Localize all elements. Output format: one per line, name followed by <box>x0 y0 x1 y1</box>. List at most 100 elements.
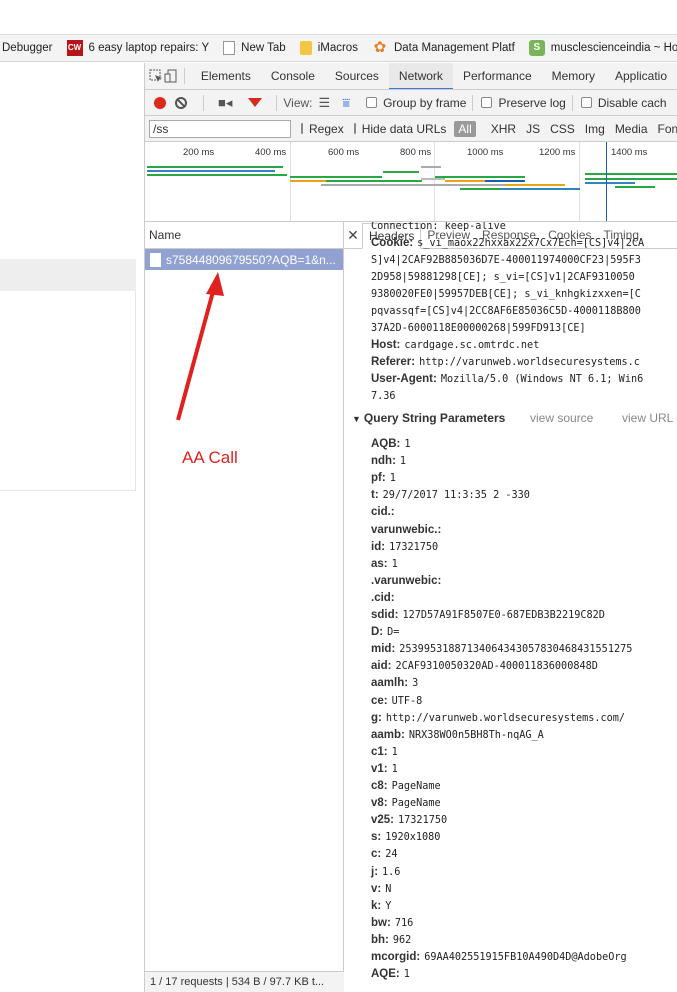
param-key: v8: <box>371 797 388 810</box>
waterfall-bar <box>445 180 485 182</box>
network-overview[interactable]: 200 ms 400 ms 600 ms 800 ms 1000 ms 1200… <box>145 142 677 222</box>
toolbar-separator <box>276 94 278 111</box>
devtools-tabbar: Elements Console Sources Network Perform… <box>145 63 677 90</box>
param-key: c: <box>371 848 382 861</box>
bookmark-laptop-repairs[interactable]: CW 6 easy laptop repairs: Y <box>66 40 209 56</box>
param-value: 1.6 <box>382 866 401 878</box>
capture-screenshots-icon[interactable]: ■◂ <box>218 95 232 111</box>
inspect-icon[interactable] <box>149 63 164 89</box>
regex-checkbox[interactable] <box>301 123 303 134</box>
type-filter-css[interactable]: CSS <box>550 122 575 136</box>
param-value: 1 <box>391 558 398 570</box>
param-row: id: 17321750 <box>371 541 438 553</box>
param-row: t: 29/7/2017 11:3:35 2 -330 <box>371 489 530 501</box>
param-key: .cid: <box>371 591 395 604</box>
browser-address-area <box>0 0 677 35</box>
tab-network[interactable]: Network <box>388 63 453 89</box>
param-row: sdid: 127D57A91F8507E0-687EDB3B2219C82D <box>371 609 605 621</box>
header-value: s_vi_maox22hxxax22x7Cx7Ech=[CS]v4|2CA <box>417 238 645 249</box>
bookmark-musclescience[interactable]: S musclescienceindia ~ Ho <box>528 40 677 56</box>
param-key: c1: <box>371 745 388 758</box>
hide-data-urls-checkbox[interactable] <box>353 123 356 134</box>
annotation-arrow <box>176 272 224 421</box>
type-filter-xhr[interactable]: XHR <box>491 122 516 136</box>
bookmark-data-management[interactable]: ✿ Data Management Platf <box>372 40 515 56</box>
bookmark-debugger[interactable]: Debugger <box>2 42 53 54</box>
query-string-section-header[interactable]: ▼ Query String Parameters view source vie… <box>352 411 677 425</box>
param-row: v: N <box>371 883 391 895</box>
param-row: ce: UTF-8 <box>371 695 422 707</box>
param-value: 127D57A91F8507E0-687EDB3B2219C82D <box>402 610 605 621</box>
waterfall-bar <box>290 180 326 182</box>
header-row: Connection: keep-alive <box>371 222 506 232</box>
filter-icon[interactable] <box>248 98 263 107</box>
tab-memory[interactable]: Memory <box>542 63 605 89</box>
tab-elements[interactable]: Elements <box>191 63 261 89</box>
tab-application[interactable]: Applicatio <box>605 63 677 89</box>
type-filter-media[interactable]: Media <box>615 122 648 136</box>
param-value: 17321750 <box>398 815 448 827</box>
overview-gridline <box>290 142 291 221</box>
param-key: g: <box>371 711 382 724</box>
param-row: v1: 1 <box>371 763 398 775</box>
waterfall-bar <box>290 176 382 178</box>
header-key: User-Agent: <box>371 373 437 385</box>
type-filter-all[interactable]: All <box>454 120 476 137</box>
disable-cache-checkbox[interactable] <box>580 97 592 108</box>
param-row: cid.: <box>371 506 399 518</box>
overview-tick: 600 ms <box>328 147 360 158</box>
header-row: Cookie: s_vi_maox22hxxax22x7Cx7Ech=[CS]v4… <box>371 237 644 249</box>
bookmark-label: musclescienceindia ~ Ho <box>550 42 677 54</box>
shop-icon: S <box>528 40 545 56</box>
param-row: g: http://varunweb.worldsecuresystems.com… <box>371 712 625 724</box>
type-filter-img[interactable]: Img <box>585 122 605 136</box>
clear-icon[interactable] <box>175 96 187 109</box>
device-toggle-icon[interactable] <box>164 63 179 89</box>
param-value: UTF-8 <box>391 695 423 707</box>
header-row: 2D958|59881298[CE]; s_vi=[CS]v1|2CAF9310… <box>371 271 635 283</box>
tab-console[interactable]: Console <box>261 63 325 89</box>
toolbar-separator <box>184 68 185 84</box>
header-value: http://varunweb.worldsecuresystems.c <box>419 357 640 368</box>
param-value: 1 <box>399 456 407 468</box>
toolbar-separator <box>571 94 573 111</box>
close-icon[interactable]: ✕ <box>344 227 362 244</box>
view-source-link[interactable]: view source <box>530 411 593 425</box>
overview-tick: 1000 ms <box>467 147 504 158</box>
name-column-header[interactable]: Name <box>145 222 343 249</box>
header-value: Mozilla/5.0 (Windows NT 6.1; Win6 <box>440 374 644 385</box>
param-key: v25: <box>371 814 395 827</box>
request-row[interactable]: s75844809679550?AQB=1&n... <box>145 249 343 270</box>
preserve-log-checkbox[interactable] <box>481 97 493 108</box>
param-value: 69AA402551915FB10A490D4D@AdobeOrg <box>424 952 627 963</box>
query-string-title: Query String Parameters <box>363 411 506 425</box>
bookmark-imacros[interactable]: iMacros <box>299 41 358 55</box>
param-row: AQB: 1 <box>371 438 411 450</box>
tab-performance[interactable]: Performance <box>453 63 542 89</box>
filter-input[interactable] <box>149 119 291 138</box>
param-key: t: <box>371 489 379 502</box>
waterfall-bar <box>585 178 677 180</box>
type-filter-font[interactable]: Font <box>658 122 677 136</box>
header-row: User-Agent: Mozilla/5.0 (Windows NT 6.1; … <box>371 373 643 385</box>
view-url-encoded-link[interactable]: view URL e <box>622 411 677 425</box>
record-icon[interactable] <box>154 96 166 109</box>
view-label: View: <box>283 95 313 110</box>
toolbar-separator <box>472 94 474 111</box>
type-filter-js[interactable]: JS <box>526 122 540 136</box>
group-by-frame-checkbox[interactable] <box>366 97 378 108</box>
waterfall-overview-icon[interactable]: ⩸ <box>342 95 350 111</box>
page-content <box>0 63 145 992</box>
waterfall-bar <box>505 184 565 186</box>
header-row: 7.36 <box>371 390 396 402</box>
param-row: D: D= <box>371 626 399 638</box>
tab-sources[interactable]: Sources <box>325 63 389 89</box>
waterfall-bar <box>321 184 441 186</box>
large-rows-icon[interactable]: ☰ <box>319 95 331 111</box>
bookmark-new-tab[interactable]: New Tab <box>223 41 286 55</box>
waterfall-bar <box>485 180 525 182</box>
param-value: PageName <box>391 781 441 792</box>
header-row: pqvassqf=[CS]v4|2CC8AF6E85036C5D-4000118… <box>371 305 641 317</box>
page-gray-band <box>0 259 136 291</box>
param-row: bh: 962 <box>371 934 411 946</box>
